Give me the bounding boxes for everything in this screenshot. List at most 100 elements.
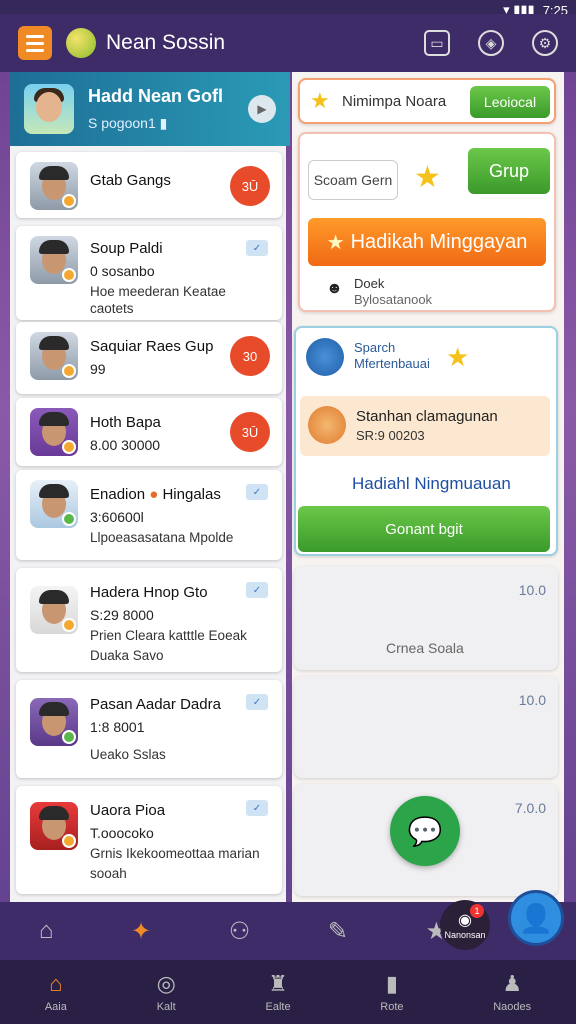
list-item-line: Llpoeasasatana Mpolde xyxy=(90,530,234,545)
star-icon: ★ xyxy=(310,88,330,113)
settings-icon[interactable]: ⚙ xyxy=(532,30,558,56)
list-item-line: Hoe meederan Keatae xyxy=(90,284,226,299)
search-sub: Mfertenbauai xyxy=(354,356,430,371)
avatar xyxy=(30,332,78,380)
app-logo xyxy=(66,28,96,58)
list-item[interactable]: Soup Paldi 0 sosanbo Hoe meederan Keatae… xyxy=(16,226,282,320)
nav-ealte[interactable]: ♜ Ealte xyxy=(265,971,290,1013)
nav-rote[interactable]: ▮ Rote xyxy=(380,971,403,1013)
rank-label: Nimimpa Noara xyxy=(342,93,447,110)
home-icon: ⌂ xyxy=(49,971,63,996)
count-badge: 3Ū xyxy=(230,412,270,452)
bookmark-icon: ▮ xyxy=(385,971,398,996)
friends-icon[interactable]: ⚇ xyxy=(229,917,251,946)
list-item[interactable]: Pasan Aadar Dadra 1:8 8001 Ueako Sslas ✓ xyxy=(16,680,282,778)
notification-button[interactable]: ◉ Nanonsan 1 xyxy=(440,900,490,950)
dock-title: Doek xyxy=(354,276,385,291)
weekly-reward-button[interactable]: ★ Hadikah Minggayan xyxy=(308,218,546,266)
profile-sub: S pogoon1 ▮ xyxy=(88,115,168,131)
user-icon: 👤 xyxy=(518,902,554,934)
star-icon: ★ xyxy=(446,342,470,372)
empty-label: Crnea Soala xyxy=(386,640,464,656)
target-icon: ◎ xyxy=(156,971,176,996)
menu-button[interactable] xyxy=(18,26,52,60)
list-item-line: caotets xyxy=(90,301,134,316)
home-icon[interactable]: ⌂ xyxy=(39,917,54,945)
search-card: Sparch Mfertenbauai ★ Stanhan clamagunan… xyxy=(294,326,558,556)
notification-label: Nanonsan xyxy=(444,930,486,940)
bird-icon[interactable]: ✦ xyxy=(131,917,151,946)
list-item-line: Prien Cleara katttle Eoeak xyxy=(90,628,247,643)
list-item-sub: T.ooocoko xyxy=(90,825,154,841)
list-item[interactable]: Hoth Bapa 8.00 30000 3Ū xyxy=(16,398,282,466)
group-button[interactable]: Grup xyxy=(468,148,550,194)
count-badge: 30 xyxy=(230,336,270,376)
avatar xyxy=(30,236,78,284)
list-item-title: Pasan Aadar Dadra xyxy=(90,696,221,713)
nav-kalt[interactable]: ◎ Kalt xyxy=(157,971,176,1013)
nav-home[interactable]: ⌂ Aaia xyxy=(45,971,67,1013)
confirm-button[interactable]: Gonant bgit xyxy=(298,506,550,552)
avatar xyxy=(30,586,78,634)
reward-link[interactable]: Hadiahl Ningmuauan xyxy=(352,474,511,494)
list-item-sub: 3:60600l xyxy=(90,509,144,525)
rank-card[interactable]: ★ Nimimpa Noara Leoiocal xyxy=(298,78,556,124)
nav-naodes[interactable]: ♟ Naodes xyxy=(493,971,531,1013)
list-item-title: Enadion ● Hingalas xyxy=(90,486,221,503)
value-label: 10.0 xyxy=(518,692,546,708)
list-item-title: Soup Paldi xyxy=(90,240,163,257)
avatar xyxy=(30,162,78,210)
offer-box[interactable]: Stanhan clamagunan SR:9 00203 xyxy=(300,396,550,456)
dock-sub: Bylosatanook xyxy=(354,292,433,307)
empty-card: 10.0 Crnea Soala xyxy=(294,566,558,670)
list-item-line: sooah xyxy=(90,866,127,881)
verified-icon: ✓ xyxy=(246,800,268,816)
avatar xyxy=(30,408,78,456)
avatar xyxy=(306,338,344,376)
top-bar: Nean Sossin ▭ ◈ ⚙ xyxy=(0,14,576,72)
list-item-title: Hadera Hnop Gto xyxy=(90,584,208,601)
chat-icon: 💬 xyxy=(407,815,443,847)
edit-icon[interactable]: ✎ xyxy=(328,917,348,946)
compass-icon[interactable]: ◈ xyxy=(478,30,504,56)
list-item-sub: 1:8 8001 xyxy=(90,719,145,735)
verified-icon: ✓ xyxy=(246,484,268,500)
list-item-title: Uaora Pioa xyxy=(90,802,166,819)
star-icon: ★ xyxy=(414,161,441,194)
local-button[interactable]: Leoiocal xyxy=(470,86,550,118)
play-icon[interactable]: ▶ xyxy=(248,95,276,123)
chat-button[interactable]: 💬 xyxy=(390,796,460,866)
tablet-icon[interactable]: ▭ xyxy=(424,30,450,56)
dock-icon: ☻ xyxy=(326,280,343,297)
search-title: Sparch xyxy=(354,340,396,355)
list-item-sub: 0 sosanbo xyxy=(90,263,155,279)
list-item-line: Duaka Savo xyxy=(90,648,164,663)
list-item[interactable]: Uaora Pioa T.ooocoko Grnis Ikekoomeottaa… xyxy=(16,786,282,894)
profile-button[interactable]: 👤 xyxy=(508,890,564,946)
cup-icon: ♜ xyxy=(268,971,288,996)
profile-card[interactable]: Hadd Nean Gofl S pogoon1 ▮ ▶ xyxy=(10,72,290,146)
app-title: Nean Sossin xyxy=(106,31,226,54)
toolbar: ⌂ ✦ ⚇ ✎ ★ xyxy=(0,902,576,960)
notification-count: 1 xyxy=(470,904,484,918)
empty-card: 10.0 xyxy=(294,676,558,778)
offer-sub: SR:9 00203 xyxy=(356,428,425,443)
value-label: 10.0 xyxy=(518,582,546,598)
verified-icon: ✓ xyxy=(246,582,268,598)
avatar xyxy=(30,698,78,746)
verified-icon: ✓ xyxy=(246,240,268,256)
bottom-nav: ⌂ Aaia ◎ Kalt ♜ Ealte ▮ Rote ♟ Naodes xyxy=(0,960,576,1024)
list-item[interactable]: Gtab Gangs 3Ū xyxy=(16,152,282,218)
avatar xyxy=(30,802,78,850)
person-icon: ♟ xyxy=(502,971,523,996)
avatar xyxy=(24,84,74,134)
avatar xyxy=(30,480,78,528)
list-item-sub: S:29 8000 xyxy=(90,607,154,623)
search-input[interactable]: Scoam Gern xyxy=(308,160,398,200)
list-item[interactable]: Hadera Hnop Gto S:29 8000 Prien Cleara k… xyxy=(16,568,282,672)
list-item[interactable]: Saquiar Raes Gup 99 30 xyxy=(16,322,282,394)
list-item-line: Grnis Ikekoomeottaa marian xyxy=(90,846,260,861)
value-label: 7.0.0 xyxy=(514,800,546,816)
list-item[interactable]: Enadion ● Hingalas 3:60600l Llpoeasasata… xyxy=(16,470,282,560)
list-item-line: Ueako Sslas xyxy=(90,747,166,762)
